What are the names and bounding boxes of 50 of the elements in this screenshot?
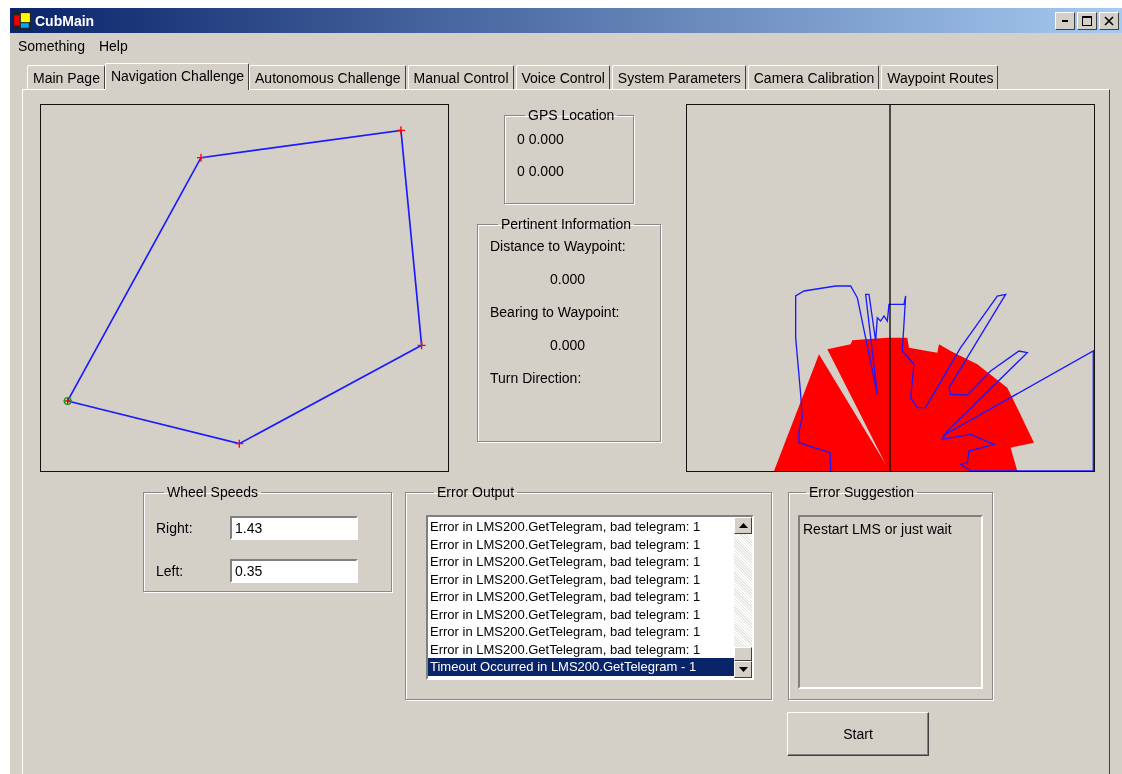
list-item[interactable]: Timeout Occurred in LMS200.GetTelegram - 1 [428,658,734,676]
tab[interactable]: Navigation Challenge [104,63,250,90]
field-label: Left: [156,562,185,579]
list-item[interactable]: Error in LMS200.GetTelegram, bad telegram: 1 [428,570,734,588]
tab[interactable]: Voice Control [515,65,610,89]
group-title: GPS Location [527,107,616,123]
info-label: Turn Direction: [490,369,583,388]
list-item[interactable]: Error in LMS200.GetTelegram, bad telegram: 1 [428,605,734,623]
close-icon [1104,15,1114,26]
gps-value: 0 0.000 [517,162,565,181]
tab[interactable]: Waypoint Routes [881,65,999,89]
list-item[interactable]: Error in LMS200.GetTelegram, bad telegram: 1 [428,623,734,641]
speed-field[interactable]: 0.35 [230,558,358,583]
minimize-button[interactable] [1055,11,1075,30]
info-label: Bearing to Waypoint: [490,303,621,322]
list-item[interactable]: Error in LMS200.GetTelegram, bad telegram: 1 [428,535,734,553]
scroll-thumb[interactable] [734,647,752,661]
list-item[interactable]: Error in LMS200.GetTelegram, bad telegram: 1 [428,640,734,658]
group-title: Wheel Speeds [166,484,260,500]
group-title: Error Output [436,484,516,500]
field-label: Right: [156,519,194,536]
tab[interactable]: Camera Calibration [747,65,880,89]
error-list[interactable] [426,515,754,680]
app-icon [13,11,31,30]
tab[interactable]: Main Page [27,65,105,89]
group-title: Error Suggestion [808,484,916,500]
window-title: CubMain [35,12,95,29]
tab[interactable]: Autonomous Challenge [249,65,406,89]
tab[interactable]: Manual Control [407,65,514,89]
gps-value: 0 0.000 [517,130,565,149]
suggestion-text: Restart LMS or just wait [803,521,952,537]
info-value: 0.000 [549,336,587,355]
list-item[interactable]: Error in LMS200.GetTelegram, bad telegram: 1 [428,588,734,606]
down-arrow-icon [738,667,748,672]
menu-item[interactable]: Help [98,38,128,57]
info-label: Distance to Waypoint: [490,237,627,256]
minimize-icon [1062,19,1068,22]
list-item[interactable]: Error in LMS200.GetTelegram, bad telegram: 1 [428,518,734,536]
group-title: Pertinent Information [500,216,632,232]
speed-field[interactable]: 1.43 [230,515,358,540]
start-button[interactable]: Start [787,712,929,756]
maximize-icon [1082,15,1092,26]
list-item[interactable]: Error in LMS200.GetTelegram, bad telegram: 1 [428,553,734,571]
menu-item[interactable]: Something [18,38,85,57]
up-arrow-icon [738,523,748,528]
tab[interactable]: System Parameters [611,65,746,89]
scroll-bar[interactable] [734,517,752,678]
info-value: 0.000 [549,270,587,289]
close-button[interactable] [1099,11,1119,30]
maximize-button[interactable] [1077,11,1097,30]
